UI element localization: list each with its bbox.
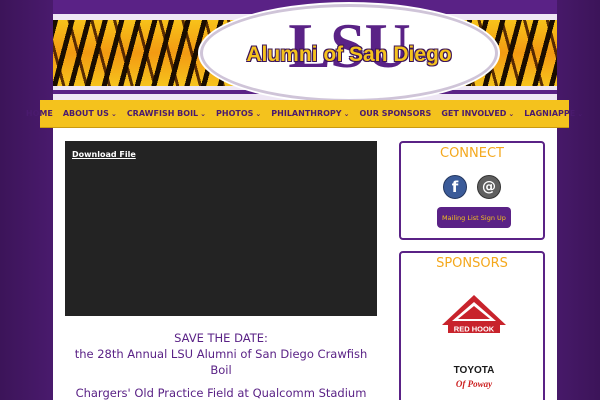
chevron-down-icon: ⌄	[508, 109, 515, 118]
connect-title: CONNECT	[440, 146, 504, 161]
chevron-down-icon: ⌄	[577, 109, 584, 118]
save-the-date-heading: SAVE THE DATE:	[174, 331, 268, 345]
main-navigation: HOME ABOUT US ⌄ CRAWFISH BOIL ⌄ PHOTOS ⌄…	[26, 100, 583, 128]
toyota-logo-text: TOYOTA	[453, 365, 495, 376]
header-banner: LSU Alumni of San Diego	[53, 0, 557, 102]
chevron-down-icon: ⌄	[200, 109, 207, 118]
nav-home[interactable]: HOME	[21, 109, 58, 118]
email-icon[interactable]: @	[477, 175, 501, 199]
main-content: Download File SAVE THE DATE: the 28th An…	[53, 128, 557, 400]
nav-about-us-label: ABOUT US	[62, 109, 109, 118]
nav-lagniappe-label: LAGNIAPPE	[524, 109, 576, 118]
social-icons: f @	[401, 175, 543, 199]
logo-alumni-text: Alumni of San Diego	[246, 43, 452, 66]
poway-logo-text: Of Poway	[455, 379, 493, 389]
video-player[interactable]: Download File	[65, 141, 377, 316]
chevron-down-icon: ⌄	[255, 109, 262, 118]
chevron-down-icon: ⌄	[343, 109, 350, 118]
event-announcement: SAVE THE DATE: the 28th Annual LSU Alumn…	[65, 330, 377, 400]
nav-our-sponsors[interactable]: OUR SPONSORS	[354, 109, 436, 118]
nav-philanthropy-label: PHILANTHROPY	[271, 109, 342, 118]
redhook-logo-text: RED HOOK	[454, 325, 495, 334]
mailing-list-signup-button[interactable]: Mailing List Sign Up	[437, 207, 511, 228]
event-line: the 28th Annual LSU Alumni of San Diego …	[74, 347, 368, 377]
nav-home-label: HOME	[25, 109, 53, 118]
venue-line: Chargers' Old Practice Field at Qualcomm…	[75, 386, 367, 400]
sponsors-title: SPONSORS	[436, 256, 508, 271]
nav-crawfish-boil-label: CRAWFISH BOIL	[126, 109, 199, 118]
nav-get-involved[interactable]: GET INVOLVED ⌄	[436, 109, 519, 118]
nav-our-sponsors-label: OUR SPONSORS	[359, 109, 432, 118]
toyota-of-poway-sponsor-logo[interactable]: TOYOTA Of Poway	[439, 365, 509, 399]
nav-philanthropy[interactable]: PHILANTHROPY ⌄	[266, 109, 354, 118]
nav-photos[interactable]: PHOTOS ⌄	[211, 109, 266, 118]
site-logo[interactable]: LSU Alumni of San Diego	[200, 4, 498, 102]
nav-crawfish-boil[interactable]: CRAWFISH BOIL ⌄	[122, 109, 211, 118]
nav-photos-label: PHOTOS	[216, 109, 254, 118]
download-file-link[interactable]: Download File	[72, 150, 136, 159]
connect-widget: CONNECT f @ Mailing List Sign Up	[399, 141, 545, 240]
facebook-icon[interactable]: f	[443, 175, 467, 199]
nav-get-involved-label: GET INVOLVED	[441, 109, 507, 118]
nav-lagniappe[interactable]: LAGNIAPPE ⌄	[519, 109, 588, 118]
redhook-sponsor-logo[interactable]: RED HOOK	[442, 295, 506, 335]
sponsors-widget: SPONSORS RED HOOK TOYOTA Of Poway	[399, 251, 545, 400]
nav-about-us[interactable]: ABOUT US ⌄	[58, 109, 122, 118]
chevron-down-icon: ⌄	[110, 109, 117, 118]
